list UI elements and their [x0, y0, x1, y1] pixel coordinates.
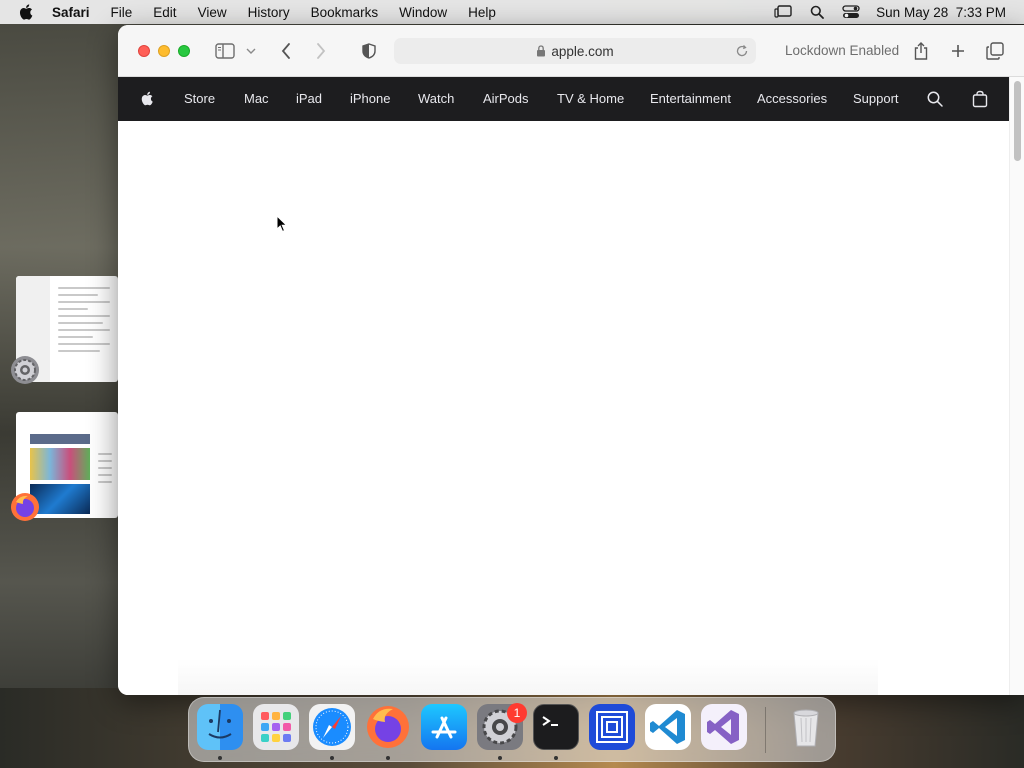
dock-running-indicator — [218, 756, 222, 760]
control-center-icon[interactable] — [842, 4, 860, 20]
menu-window[interactable]: Window — [399, 5, 447, 20]
apple-global-nav: Store Mac iPad iPhone Watch AirPods TV &… — [118, 77, 1024, 121]
window-maximize-button[interactable] — [178, 45, 190, 57]
share-icon[interactable] — [910, 41, 932, 61]
dock-vscode-icon[interactable] — [645, 704, 691, 750]
nav-link-store[interactable]: Store — [184, 91, 215, 106]
address-bar[interactable]: apple.com — [394, 38, 756, 64]
menu-bar: Safari File Edit View History Bookmarks … — [0, 0, 1024, 24]
safari-toolbar: apple.com Lockdown Enabled — [118, 25, 1024, 77]
nav-link-mac[interactable]: Mac — [244, 91, 269, 106]
dock-running-indicator — [554, 756, 558, 760]
scrollbar-thumb[interactable] — [1014, 81, 1021, 161]
dock-running-indicator — [498, 756, 502, 760]
tab-overview-icon[interactable] — [984, 41, 1006, 61]
mouse-cursor-icon — [276, 215, 288, 233]
nav-link-watch[interactable]: Watch — [418, 91, 454, 106]
dock-running-indicator — [386, 756, 390, 760]
dock-running-indicator — [330, 756, 334, 760]
dock-separator — [765, 707, 766, 753]
dock: 1 — [188, 697, 836, 762]
vertical-scrollbar[interactable] — [1009, 77, 1024, 695]
forward-arrow-icon[interactable] — [310, 41, 332, 61]
new-tab-plus-icon[interactable] — [947, 41, 969, 61]
stage-manager-icon[interactable] — [774, 4, 792, 20]
safari-window: apple.com Lockdown Enabled Store Mac iPa… — [118, 25, 1024, 695]
nav-link-ipad[interactable]: iPad — [296, 91, 322, 106]
sidebar-toggle-icon[interactable] — [214, 41, 236, 61]
reload-icon[interactable] — [734, 43, 750, 59]
menu-bookmarks[interactable]: Bookmarks — [311, 5, 379, 20]
thumbnail-text — [92, 448, 118, 488]
dock-launchpad-icon[interactable] — [253, 704, 299, 750]
back-arrow-icon[interactable] — [275, 41, 297, 61]
nav-link-iphone[interactable]: iPhone — [350, 91, 390, 106]
spotlight-search-icon[interactable] — [808, 4, 826, 20]
nav-link-tv-home[interactable]: TV & Home — [557, 91, 624, 106]
system-settings-app-icon[interactable] — [10, 355, 40, 385]
window-minimize-button[interactable] — [158, 45, 170, 57]
thumbnail-banner — [30, 434, 90, 444]
menu-file[interactable]: File — [111, 5, 133, 20]
nav-link-airpods[interactable]: AirPods — [483, 91, 529, 106]
dock-terminal-icon[interactable] — [533, 704, 579, 750]
window-close-button[interactable] — [138, 45, 150, 57]
address-text: apple.com — [551, 43, 614, 59]
dock-firefox-icon[interactable] — [365, 704, 411, 750]
menu-edit[interactable]: Edit — [153, 5, 176, 20]
notification-badge: 1 — [507, 703, 527, 723]
menu-help[interactable]: Help — [468, 5, 496, 20]
dock-visual-studio-icon[interactable] — [701, 704, 747, 750]
menu-app-name[interactable]: Safari — [52, 5, 90, 20]
content-bottom-fade — [178, 659, 878, 695]
lockdown-status-label: Lockdown Enabled — [785, 43, 900, 58]
nav-search-icon[interactable] — [926, 90, 944, 108]
apple-logo-icon[interactable] — [140, 89, 156, 108]
menubar-clock[interactable]: Sun May 28 7:33 PM — [876, 5, 1006, 20]
thumbnail-image-1 — [30, 448, 90, 480]
nav-link-support[interactable]: Support — [853, 91, 899, 106]
nav-link-entertainment[interactable]: Entertainment — [650, 91, 731, 106]
dock-safari-icon[interactable] — [309, 704, 355, 750]
dock-trash-icon[interactable] — [783, 704, 829, 750]
tab-groups-chevron-icon[interactable] — [244, 41, 258, 61]
shopping-bag-icon[interactable] — [971, 90, 989, 108]
dock-screen-sharing-icon[interactable] — [589, 704, 635, 750]
privacy-shield-icon[interactable] — [358, 41, 380, 61]
dock-app-store-icon[interactable] — [421, 704, 467, 750]
firefox-app-icon[interactable] — [10, 492, 40, 522]
nav-link-accessories[interactable]: Accessories — [757, 91, 827, 106]
dock-finder-icon[interactable] — [197, 704, 243, 750]
menu-view[interactable]: View — [198, 5, 227, 20]
thumbnail-content — [52, 282, 116, 357]
desktop-wallpaper — [0, 24, 130, 768]
lock-icon — [537, 45, 546, 57]
apple-menu-icon[interactable] — [18, 3, 36, 21]
page-content-area — [118, 121, 1024, 695]
menu-history[interactable]: History — [248, 5, 290, 20]
